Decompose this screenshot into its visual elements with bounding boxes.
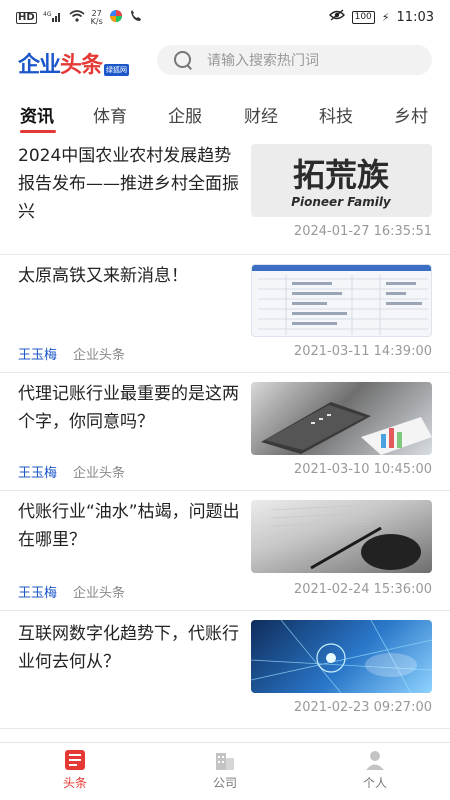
status-right: 100 ⚡ 11:03 [328, 9, 434, 25]
hd-indicator: HD [16, 11, 37, 24]
logo-text-2: 头条 [60, 53, 103, 78]
news-time: 2021-02-24 15:36:00 [293, 582, 432, 597]
news-source: 企业头条 [73, 466, 126, 481]
news-thumbnail [251, 500, 432, 573]
app-notification-icon [109, 9, 123, 26]
category-tabs: 资讯 体育 企服 财经 科技 乡村 [0, 98, 450, 138]
svg-text:4G: 4G [43, 11, 52, 18]
call-icon [129, 9, 143, 26]
charging-icon: ⚡ [381, 10, 390, 24]
news-title: 太原高铁又来新消息！ [18, 266, 188, 286]
news-title: 2024中国农业农村发展趋势报告发布——推进乡村全面振兴 [18, 146, 239, 222]
logo-text-1: 企业 [18, 53, 61, 78]
tab-sports[interactable]: 体育 [93, 102, 127, 127]
search-icon [173, 50, 193, 70]
news-title: 代理记账行业最重要的是这两个字，你同意吗？ [18, 384, 239, 432]
news-source: 企业头条 [73, 348, 126, 363]
battery-indicator: 100 [351, 10, 375, 24]
app-header: 企业 头条 绿狐网 请输入搜索热门词 [0, 40, 450, 84]
status-left: HD 4G 27 K/s [16, 9, 143, 26]
news-item[interactable]: 2024中国农业农村发展趋势报告发布——推进乡村全面振兴 拓荒族 Pioneer… [0, 138, 450, 254]
news-author[interactable]: 王玉梅 [18, 466, 57, 481]
thumb-subtitle-text: Pioneer Family [291, 195, 392, 209]
bottom-tab-personal[interactable]: 个人 [335, 749, 415, 791]
active-tab-indicator [20, 130, 56, 133]
bottom-tab-label: 公司 [212, 776, 237, 790]
news-thumbnail: 拓荒族 Pioneer Family [251, 144, 432, 217]
news-item[interactable]: 代账行业“油水”枯竭，问题出在哪里？ 王玉梅 企业头条 2021-02-24 15… [0, 490, 450, 610]
news-author[interactable]: 王玉梅 [18, 348, 57, 363]
tab-news[interactable]: 资讯 [20, 102, 54, 127]
tab-tech[interactable]: 科技 [319, 102, 353, 127]
divider [0, 728, 450, 729]
news-title: 互联网数字化趋势下，代账行业何去何从？ [18, 624, 239, 672]
news-item[interactable]: 互联网数字化趋势下，代账行业何去何从？ 2021-02-23 09:27:00 [0, 610, 450, 728]
news-time: 2024-01-27 16:35:51 [293, 224, 432, 239]
eye-icon [328, 9, 345, 25]
person-icon [364, 749, 386, 771]
signal-icon: 4G [43, 10, 63, 25]
news-item[interactable]: 代理记账行业最重要的是这两个字，你同意吗？ 王玉梅 企业头条 2021-03-10… [0, 372, 450, 490]
company-icon [214, 749, 236, 771]
news-time: 2021-02-23 09:27:00 [293, 700, 432, 715]
thumb-title-text: 拓荒族 [293, 156, 390, 194]
logo-subtext: 绿狐网 [104, 64, 130, 76]
search-placeholder: 请输入搜索热门词 [207, 53, 319, 69]
news-source: 企业头条 [73, 586, 126, 601]
clock: 11:03 [396, 9, 434, 25]
bottom-tab-label: 头条 [62, 776, 87, 790]
news-title: 代账行业“油水”枯竭，问题出在哪里？ [18, 502, 240, 550]
bottom-tab-company[interactable]: 公司 [185, 749, 265, 791]
net-speed: 27 K/s [90, 8, 103, 26]
tab-rural[interactable]: 乡村 [394, 102, 428, 127]
status-bar: HD 4G 27 K/s 100 ⚡ 11:03 [0, 0, 450, 36]
news-time: 2021-03-11 14:39:00 [293, 344, 432, 359]
bottom-tab-bar: 头条 公司 个人 [0, 742, 450, 800]
tab-finance[interactable]: 财经 [244, 102, 278, 127]
news-thumbnail [251, 382, 432, 455]
news-meta: 王玉梅 企业头条 [18, 344, 125, 363]
search-bar[interactable]: 请输入搜索热门词 [157, 45, 432, 75]
news-time: 2021-03-10 10:45:00 [293, 462, 432, 477]
news-icon [64, 749, 86, 771]
news-thumbnail [251, 264, 432, 337]
bottom-tab-label: 个人 [362, 776, 387, 790]
bottom-tab-headlines[interactable]: 头条 [35, 749, 115, 791]
news-item[interactable]: 太原高铁又来新消息！ 王玉梅 企业头条 2021-03-11 14:39:00 [0, 254, 450, 372]
news-meta: 王玉梅 企业头条 [18, 582, 125, 601]
news-thumbnail [251, 620, 432, 693]
tab-enterprise-service[interactable]: 企服 [168, 102, 202, 127]
news-meta: 王玉梅 企业头条 [18, 462, 125, 481]
wifi-icon [69, 10, 85, 25]
news-author[interactable]: 王玉梅 [18, 586, 57, 601]
app-logo: 企业 头条 绿狐网 [18, 47, 130, 79]
